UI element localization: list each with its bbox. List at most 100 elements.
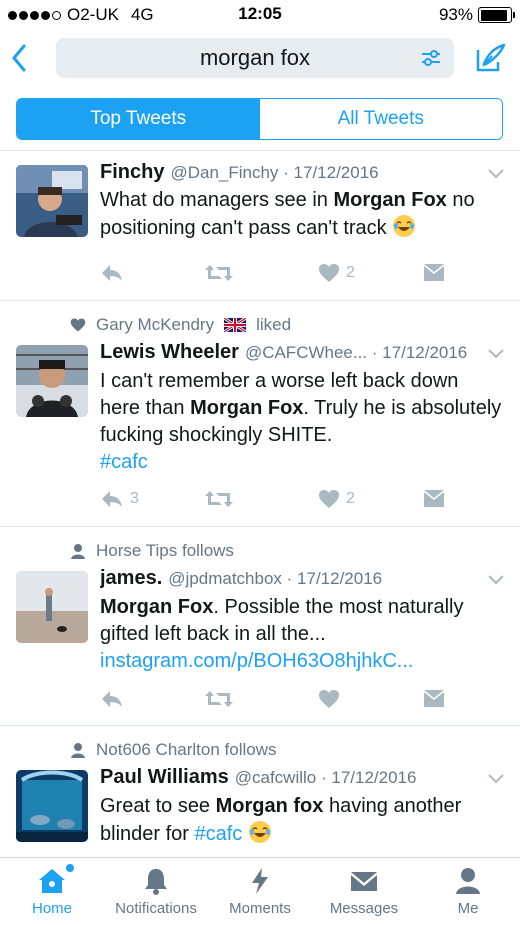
chevron-left-icon [12,44,26,72]
person-icon [71,544,85,559]
handle[interactable]: @Dan_Finchy [170,163,278,182]
social-context: Gary McKendry liked [70,315,291,335]
tab-messages[interactable]: Messages [312,858,416,925]
avatar[interactable] [16,770,88,842]
retweet-icon [205,491,233,507]
heart-icon [319,690,339,708]
hashtag-link[interactable]: #cafc [195,823,243,845]
chevron-down-icon[interactable] [488,575,504,585]
tab-home[interactable]: Home [0,858,104,925]
like-button[interactable] [318,689,346,709]
context-action: liked [256,315,292,334]
retweet-button[interactable] [204,489,234,509]
sliders-icon[interactable] [420,47,442,69]
person-icon [456,868,480,894]
retweet-button[interactable] [204,263,234,283]
display-name[interactable]: james. [100,567,162,589]
tab-me[interactable]: Me [416,858,520,925]
bell-icon [145,869,167,895]
all-tweets-tab[interactable]: All Tweets [259,99,502,139]
like-button[interactable]: 2 [318,489,355,509]
tab-label: Notifications [115,900,197,917]
reply-button[interactable] [100,263,130,283]
display-name[interactable]: Finchy [100,161,164,183]
tab-moments[interactable]: Moments [208,858,312,925]
social-context: Horse Tips follows [70,541,234,561]
reply-count: 3 [130,490,139,507]
tweet-item[interactable]: Horse Tips follows james. @jpdmatchbox · … [0,527,520,726]
tweet-actions [100,689,480,713]
search-query-text: morgan fox [199,45,311,70]
handle[interactable]: @CAFCWhee... [245,343,367,362]
like-button[interactable]: 2 [318,263,355,283]
tweet-text: What do managers see in Morgan Fox no po… [100,187,502,242]
envelope-share-icon [424,690,444,707]
heart-icon [319,490,339,508]
tab-label: Moments [229,900,291,917]
compose-icon[interactable] [474,42,506,74]
search-nav-bar: morgan fox [0,30,520,86]
reply-icon [102,265,122,281]
tweet-item[interactable]: Gary McKendry liked Lewis Wheeler @CAFCWh… [0,301,520,527]
top-tweets-tab[interactable]: Top Tweets [17,99,260,139]
social-context: Not606 Charlton follows [70,740,276,760]
tweet-header: james. @jpdmatchbox · 17/12/2016 [100,567,484,590]
tweet-item[interactable]: Finchy @Dan_Finchy · 17/12/2016 What do m… [0,151,520,301]
tweet-date: · 17/12/2016 [286,569,383,588]
tab-label: Home [31,900,72,917]
chevron-down-icon[interactable] [488,349,504,359]
envelope-share-icon [424,264,444,281]
context-user[interactable]: Gary McKendry [96,315,214,335]
home-icon [39,869,65,893]
avatar[interactable] [16,345,88,417]
direct-message-button[interactable] [422,689,446,709]
handle[interactable]: @cafcwillo [235,768,317,787]
hashtag-link[interactable]: #cafc [100,451,148,473]
heart-icon [70,318,86,332]
tweet-text: Great to see Morgan fox having another b… [100,793,502,848]
search-input[interactable]: morgan fox [56,38,454,78]
like-count: 2 [346,264,355,281]
reply-button[interactable] [100,689,130,709]
retweet-button[interactable] [204,689,234,709]
context-text[interactable]: Horse Tips follows [96,541,234,561]
status-bar: O2-UK 4G 12:05 93% [0,0,520,30]
new-content-dot [66,864,74,872]
uk-flag-icon [224,318,247,332]
chevron-down-icon[interactable] [488,169,504,179]
tab-label: Me [457,900,479,917]
battery-percent: 93% [438,5,473,24]
display-name[interactable]: Lewis Wheeler [100,341,239,363]
instagram-link[interactable]: instagram.com/p/BOH63O8hjhkC... [100,650,413,672]
envelope-share-icon [424,490,444,507]
tweet-actions: 2 [100,263,480,287]
display-name[interactable]: Paul Williams [100,766,229,788]
retweet-icon [205,265,233,281]
tweet-text: Morgan Fox. Possible the most naturally … [100,594,502,675]
tweet-filter-segmented-control: Top Tweets All Tweets [16,98,503,140]
context-text[interactable]: Not606 Charlton follows [96,740,276,760]
tweet-item[interactable]: Not606 Charlton follows Paul Williams @ca… [0,726,520,857]
avatar[interactable] [16,571,88,643]
tweet-date: · 17/12/2016 [371,343,468,362]
reply-button[interactable]: 3 [100,489,139,509]
like-count: 2 [346,490,355,507]
tweet-text-part: Great to see [100,795,216,817]
heart-icon [319,264,339,282]
tab-label: Messages [329,900,399,917]
tweet-header: Lewis Wheeler @CAFCWhee... · 17/12/2016 [100,341,484,364]
tweet-actions: 3 2 [100,489,480,513]
envelope-icon [351,872,377,891]
tab-notifications[interactable]: Notifications [104,858,208,925]
status-right: 93% [438,5,515,25]
direct-message-button[interactable] [422,263,446,283]
handle[interactable]: @jpdmatchbox [168,569,282,588]
laughing-emoji-icon [393,215,416,237]
back-button[interactable] [8,40,30,76]
chevron-down-icon[interactable] [488,774,504,784]
avatar[interactable] [16,165,88,237]
tweet-date: · 17/12/2016 [283,163,379,182]
tweet-date: · 17/12/2016 [320,768,417,787]
direct-message-button[interactable] [422,489,446,509]
search-term-highlight: Morgan Fox [100,596,214,618]
